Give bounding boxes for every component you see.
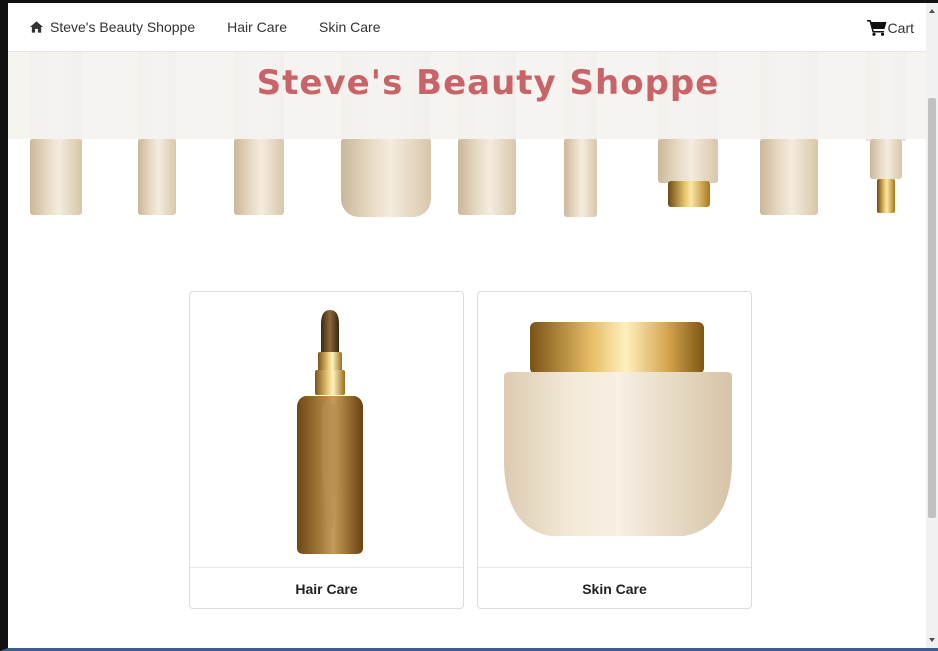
cream-jar-image xyxy=(478,292,751,567)
category-card-hair-care[interactable]: Hair Care xyxy=(189,291,464,609)
category-card-skin-care[interactable]: Skin Care xyxy=(477,291,752,609)
cart-link[interactable]: Cart xyxy=(866,19,914,36)
vertical-scrollbar[interactable] xyxy=(926,3,938,648)
scroll-down-icon[interactable] xyxy=(929,638,935,642)
cart-label: Cart xyxy=(887,19,914,36)
scroll-up-icon[interactable] xyxy=(929,9,935,13)
brand-label: Steve's Beauty Shoppe xyxy=(50,19,196,35)
hero-banner: Steve's Beauty Shoppe xyxy=(8,51,926,221)
category-card-label: Skin Care xyxy=(478,567,751,608)
scrollbar-thumb[interactable] xyxy=(928,98,936,518)
home-icon xyxy=(30,21,43,33)
nav-link-hair-care[interactable]: Hair Care xyxy=(227,19,287,35)
hero-title: Steve's Beauty Shoppe xyxy=(256,63,720,103)
page: Steve's Beauty Shoppe Hair Care Skin Car… xyxy=(8,3,926,648)
dropper-bottle-image xyxy=(190,292,463,567)
cart-icon xyxy=(866,20,887,36)
navbar: Steve's Beauty Shoppe Hair Care Skin Car… xyxy=(8,3,926,52)
brand-link[interactable]: Steve's Beauty Shoppe xyxy=(30,19,195,35)
category-card-label: Hair Care xyxy=(190,567,463,608)
nav-link-skin-care[interactable]: Skin Care xyxy=(319,19,380,35)
